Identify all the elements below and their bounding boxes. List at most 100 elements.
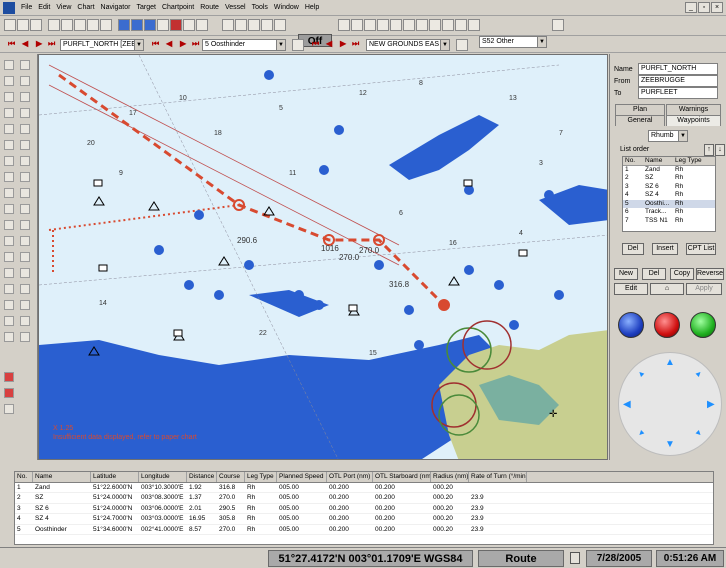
contour-icon[interactable] bbox=[416, 19, 428, 31]
tab-general[interactable]: General bbox=[615, 115, 665, 126]
last-icon[interactable]: ⏭ bbox=[48, 39, 55, 49]
route-select[interactable]: PURFLT_NORTH [ZEE ▼ bbox=[60, 39, 144, 51]
tide-icon[interactable] bbox=[4, 284, 14, 294]
chart-prev-icon[interactable]: ◀ bbox=[326, 39, 332, 48]
current-icon[interactable] bbox=[20, 284, 30, 294]
route-table-row[interactable]: 3 SZ 6 51°24.0000'N 003°06.0000'E 2.01 290.5 R… bbox=[15, 504, 713, 514]
waypoint-list[interactable]: No. Name Leg Type 1 Zand Rh 2 SZ Rh 3 SZ 6 Rh 4 SZ 4… bbox=[622, 156, 716, 232]
day-mode-icon[interactable] bbox=[131, 19, 143, 31]
wp-next-icon[interactable]: ▶ bbox=[180, 39, 186, 48]
dusk-mode-icon[interactable] bbox=[144, 19, 156, 31]
hand-icon[interactable] bbox=[20, 60, 30, 70]
alarm-icon[interactable] bbox=[170, 19, 182, 31]
move-up-icon[interactable]: ↑ bbox=[704, 144, 714, 156]
sun-icon[interactable] bbox=[4, 300, 14, 310]
menu-window[interactable]: Window bbox=[271, 4, 302, 11]
to-field[interactable]: PURFLEET bbox=[638, 87, 718, 99]
anchor-icon[interactable] bbox=[20, 156, 30, 166]
red-display-button[interactable] bbox=[654, 312, 680, 338]
standard-display-icon[interactable] bbox=[455, 19, 467, 31]
log-icon[interactable] bbox=[4, 404, 14, 414]
route-table-row[interactable]: 2 SZ 51°24.0000'N 003°08.3000'E 1.37 270.0 Rh 0… bbox=[15, 493, 713, 504]
buoy-icon[interactable] bbox=[377, 19, 389, 31]
symbols-icon[interactable] bbox=[429, 19, 441, 31]
pan-icon[interactable] bbox=[74, 19, 86, 31]
course-up-icon[interactable] bbox=[261, 19, 273, 31]
text-tool-icon[interactable] bbox=[20, 140, 30, 150]
waypoint-row[interactable]: 1 Zand Rh bbox=[623, 166, 715, 175]
close-button[interactable]: × bbox=[711, 2, 723, 13]
waypoint-row[interactable]: 7 TSS N1 Rh bbox=[623, 217, 715, 226]
waypoint-row[interactable]: 4 SZ 4 Rh bbox=[623, 191, 715, 200]
target-icon[interactable] bbox=[183, 19, 195, 31]
column-header[interactable]: Radius (nm) bbox=[431, 472, 469, 482]
chart-canvas[interactable]: 290.6 270.0 316.8 1016 270.0 20 17 10 18… bbox=[39, 55, 608, 460]
chart-select[interactable]: NEW GROUNDS EAS ▼ bbox=[366, 39, 450, 51]
column-header[interactable]: Leg Type bbox=[245, 472, 277, 482]
person-icon[interactable] bbox=[4, 316, 14, 326]
from-field[interactable]: ZEEBRUGGE bbox=[638, 75, 718, 87]
menu-edit[interactable]: Edit bbox=[35, 4, 53, 11]
north-up-icon[interactable] bbox=[235, 19, 247, 31]
new-route-button[interactable]: New bbox=[614, 268, 638, 280]
menu-tools[interactable]: Tools bbox=[249, 4, 271, 11]
mark-icon[interactable] bbox=[4, 124, 14, 134]
zoom-in-icon[interactable] bbox=[48, 19, 60, 31]
column-header[interactable]: OTL Port (nm) bbox=[327, 472, 373, 482]
first-icon[interactable]: ⏮ bbox=[8, 39, 15, 49]
restore-button[interactable]: ▫ bbox=[698, 2, 710, 13]
display-base-icon[interactable] bbox=[442, 19, 454, 31]
names-icon[interactable] bbox=[403, 19, 415, 31]
route-table-row[interactable]: 1 Zand 51°22.6000'N 003°10.3000'E 1.92 316.8 R… bbox=[15, 483, 713, 493]
chart-last-icon[interactable]: ⏭ bbox=[352, 39, 359, 49]
name-field[interactable]: PURFLT_NORTH bbox=[638, 63, 718, 75]
text-icon[interactable] bbox=[390, 19, 402, 31]
copy-route-button[interactable]: Copy bbox=[670, 268, 694, 280]
line-icon[interactable] bbox=[4, 92, 14, 102]
menu-vessel[interactable]: Vessel bbox=[222, 4, 249, 11]
alarm-bell-icon[interactable] bbox=[4, 388, 14, 398]
alert-icon[interactable] bbox=[4, 372, 14, 382]
blue-display-button[interactable] bbox=[618, 312, 644, 338]
wp-last-icon[interactable]: ⏭ bbox=[192, 39, 199, 49]
grid-icon[interactable] bbox=[222, 19, 234, 31]
vrm-icon[interactable] bbox=[20, 76, 30, 86]
lock-route-button[interactable]: ⌂ bbox=[650, 283, 684, 295]
column-header[interactable]: Course bbox=[217, 472, 245, 482]
delete-route-button[interactable]: Del bbox=[642, 268, 666, 280]
layers-icon[interactable] bbox=[157, 19, 169, 31]
moon-icon[interactable] bbox=[20, 300, 30, 310]
tab-warnings[interactable]: Warnings bbox=[666, 104, 721, 115]
ebl-icon[interactable] bbox=[4, 76, 14, 86]
edit-route-button[interactable]: Edit bbox=[614, 283, 648, 295]
wp-prev-icon[interactable]: ◀ bbox=[166, 39, 172, 48]
flag-icon[interactable] bbox=[20, 124, 30, 134]
all-display-icon[interactable] bbox=[468, 19, 480, 31]
depth-icon[interactable] bbox=[351, 19, 363, 31]
insert-waypoint-button[interactable]: Insert bbox=[652, 243, 678, 255]
move-down-icon[interactable]: ↓ bbox=[715, 144, 725, 156]
route-icon[interactable] bbox=[196, 19, 208, 31]
minimize-button[interactable]: _ bbox=[685, 2, 697, 13]
lock-icon[interactable] bbox=[4, 220, 14, 230]
ais-icon[interactable] bbox=[20, 332, 30, 342]
column-header[interactable]: Distance bbox=[187, 472, 217, 482]
check-route-icon[interactable] bbox=[20, 268, 30, 278]
pan-down-icon[interactable]: ▼ bbox=[665, 439, 675, 450]
column-header[interactable]: Longitude bbox=[139, 472, 187, 482]
menu-view[interactable]: View bbox=[53, 4, 74, 11]
prev-icon[interactable]: ◀ bbox=[22, 39, 28, 48]
column-header[interactable]: Rate of Turn (°/min) bbox=[469, 472, 527, 482]
route-table[interactable]: No. Name Latitude Longitude Distance Course Le… bbox=[14, 471, 714, 545]
waypoint-row[interactable]: 2 SZ Rh bbox=[623, 174, 715, 183]
reverse-route-button[interactable]: Reverse bbox=[696, 268, 724, 280]
new-icon[interactable] bbox=[4, 19, 16, 31]
pan-left-icon[interactable]: ◀ bbox=[623, 399, 631, 410]
range-icon[interactable] bbox=[20, 204, 30, 214]
chart-first-icon[interactable]: ⏮ bbox=[312, 39, 319, 49]
arrow-icon[interactable] bbox=[4, 156, 14, 166]
unlock-icon[interactable] bbox=[20, 220, 30, 230]
leg-tool-icon[interactable] bbox=[20, 236, 30, 246]
tab-plan[interactable]: Plan bbox=[615, 104, 665, 115]
save-icon[interactable] bbox=[292, 39, 304, 51]
